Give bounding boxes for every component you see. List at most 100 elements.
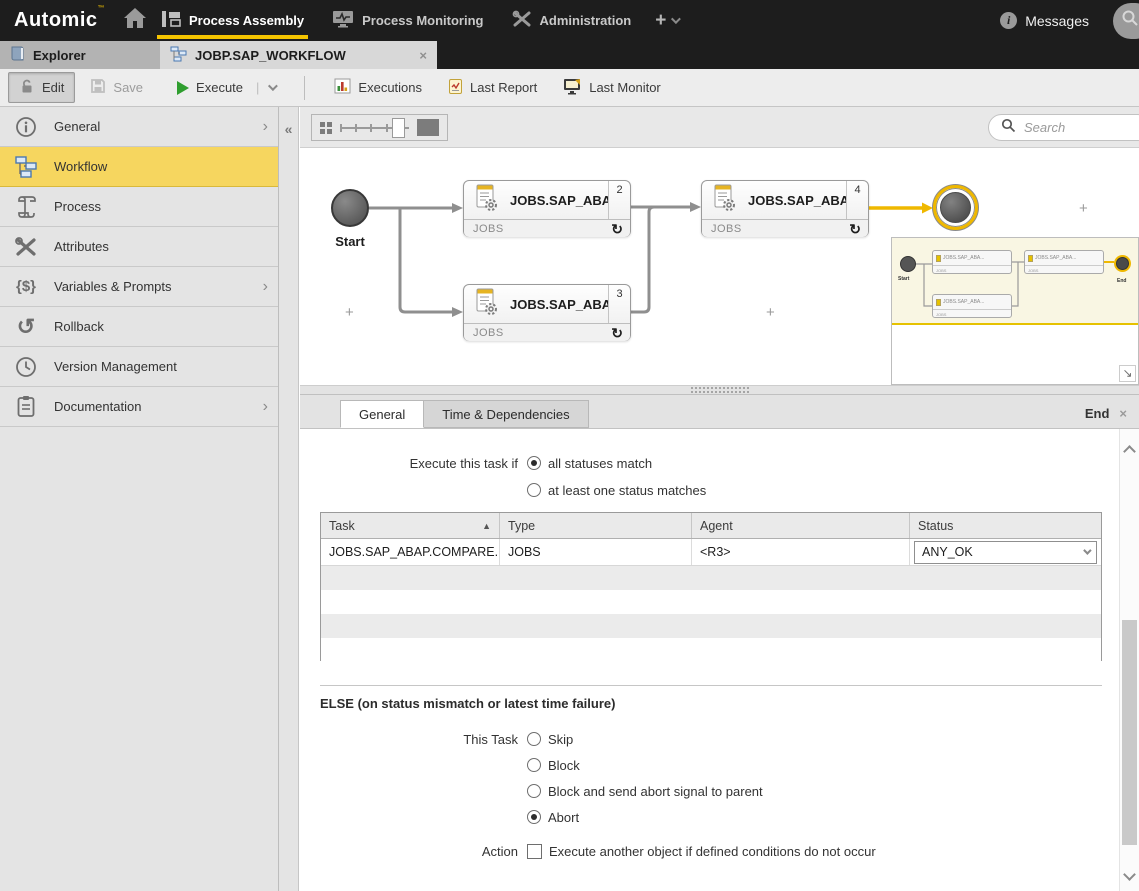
zoom-slider-handle[interactable] <box>392 118 405 138</box>
scroll-down-icon[interactable] <box>1123 868 1136 881</box>
workflow-minimap[interactable]: Start JOBS.SAP_ABA... JOBS JOBS.SAP_ABA.… <box>891 237 1139 385</box>
insert-task-plus-icon[interactable]: + <box>766 304 775 321</box>
action-label: Action <box>300 844 527 859</box>
radio-label: Block and send abort signal to parent <box>548 784 763 799</box>
rerun-icon: ↻ <box>611 326 623 340</box>
edit-button[interactable]: Edit <box>8 72 75 103</box>
minimap-task-node: JOBS.SAP_ABA... JOBS <box>932 250 1012 274</box>
executions-button[interactable]: Executions <box>323 72 433 103</box>
workflow-icon <box>12 155 40 179</box>
execute-button[interactable]: Execute | <box>166 74 286 101</box>
zoom-slider[interactable] <box>340 118 409 138</box>
chevron-right-icon: › <box>263 398 268 416</box>
sidebar-item-general[interactable]: General › <box>0 107 278 147</box>
panel-scrollbar[interactable] <box>1119 429 1139 891</box>
grid-view-icon[interactable] <box>320 122 332 134</box>
workflow-task-node-3[interactable]: JOBS.SAP_ABA... 3 JOBS ↻ <box>463 284 631 341</box>
execute-if-label: Execute this task if <box>300 456 527 471</box>
last-report-button[interactable]: Last Report <box>437 72 548 104</box>
search-input[interactable] <box>1024 120 1124 135</box>
home-button[interactable] <box>123 7 147 34</box>
dependencies-table: Task▲ Type Agent Status JOBS.SAP_ABAP.CO… <box>320 512 1102 661</box>
process-assembly-icon <box>161 10 181 31</box>
nav-administration[interactable]: Administration <box>498 0 646 41</box>
cell-status: ANY_OK <box>910 539 1101 565</box>
tab-label: Explorer <box>33 48 86 63</box>
save-button[interactable]: Save <box>79 72 154 103</box>
button-label: Last Monitor <box>589 80 661 95</box>
scroll-up-icon[interactable] <box>1123 445 1136 458</box>
last-monitor-button[interactable]: Last Monitor <box>552 72 672 104</box>
minimap-task-node: JOBS.SAP_ABA... JOBS <box>932 294 1012 318</box>
sidebar-item-attributes[interactable]: Attributes <box>0 227 278 267</box>
tab-jobp-sap-workflow[interactable]: JOBP.SAP_WORKFLOW × <box>160 41 437 69</box>
radio-label: Block <box>548 758 580 773</box>
nav-process-assembly[interactable]: Process Assembly <box>147 0 318 41</box>
radio-at-least-one-status[interactable] <box>527 483 541 497</box>
radio-abort[interactable] <box>527 810 541 824</box>
cell-task: JOBS.SAP_ABAP.COMPARE... <box>321 539 500 565</box>
tab-explorer[interactable]: Explorer <box>0 41 160 69</box>
close-icon[interactable]: × <box>419 48 427 63</box>
radio-skip[interactable] <box>527 732 541 746</box>
messages-button[interactable]: Messages <box>1025 13 1089 29</box>
sidebar-item-documentation[interactable]: Documentation › <box>0 387 278 427</box>
task-number: 4 <box>846 181 868 219</box>
radio-all-statuses-match[interactable] <box>527 456 541 470</box>
sidebar-item-label: Variables & Prompts <box>54 279 172 294</box>
button-label: Edit <box>42 80 64 95</box>
radio-block-abort-parent[interactable] <box>527 784 541 798</box>
plus-icon: + <box>655 10 666 32</box>
task-number: 3 <box>608 285 630 323</box>
button-label: Execute <box>196 80 243 95</box>
scrollbar-thumb[interactable] <box>1122 620 1137 845</box>
else-option-row: This Task Skip <box>300 731 573 747</box>
trademark-mark: ™ <box>98 5 106 12</box>
horizontal-splitter[interactable] <box>300 385 1139 395</box>
insert-task-plus-icon[interactable]: + <box>1079 200 1088 217</box>
start-node[interactable] <box>331 189 369 227</box>
table-row[interactable]: JOBS.SAP_ABAP.COMPARE... JOBS <R3> ANY_O… <box>321 539 1101 566</box>
execute-dropdown-chevron-icon[interactable] <box>268 81 278 91</box>
execute-another-object-checkbox[interactable] <box>527 844 542 859</box>
column-header-status[interactable]: Status <box>910 513 1101 538</box>
sidebar-item-workflow[interactable]: Workflow <box>0 147 278 187</box>
splitter-grip[interactable] <box>691 387 749 393</box>
column-header-task[interactable]: Task▲ <box>321 513 500 538</box>
explorer-book-icon <box>10 45 25 65</box>
tab-general[interactable]: General <box>340 400 424 428</box>
column-header-agent[interactable]: Agent <box>692 513 910 538</box>
empty-table-row <box>321 638 1101 662</box>
minimap-resize-icon[interactable]: ↘ <box>1119 365 1136 382</box>
sidebar-collapse-strip[interactable]: « <box>279 107 299 891</box>
sidebar-item-version-management[interactable]: Version Management <box>0 347 278 387</box>
column-header-type[interactable]: Type <box>500 513 692 538</box>
tab-time-dependencies[interactable]: Time & Dependencies <box>424 400 588 428</box>
canvas-search-box[interactable] <box>988 114 1139 141</box>
sidebar-item-process[interactable]: Process <box>0 187 278 227</box>
add-perspective-button[interactable]: + <box>655 10 678 32</box>
info-icon: i <box>1000 12 1017 29</box>
sort-asc-icon: ▲ <box>482 521 491 531</box>
workflow-task-node-4[interactable]: JOBS.SAP_ABA... 4 JOBS ↻ <box>701 180 869 237</box>
cell-agent: <R3> <box>692 539 910 565</box>
chevron-right-icon: › <box>263 278 268 296</box>
else-option-row: Block and send abort signal to parent <box>300 783 763 799</box>
nav-process-monitoring[interactable]: Process Monitoring <box>318 0 497 41</box>
global-search-button[interactable] <box>1113 3 1139 39</box>
sidebar-item-variables-prompts[interactable]: {$} Variables & Prompts › <box>0 267 278 307</box>
zoom-max-icon[interactable] <box>417 119 439 136</box>
tools-icon <box>12 236 40 258</box>
administration-icon <box>512 10 532 31</box>
sidebar-item-rollback[interactable]: ↺ Rollback <box>0 307 278 347</box>
status-dropdown[interactable]: ANY_OK <box>914 541 1097 564</box>
close-icon[interactable]: × <box>1119 406 1127 421</box>
end-node-selected[interactable] <box>933 185 978 230</box>
insert-task-plus-icon[interactable]: + <box>345 304 354 321</box>
workflow-task-node-2[interactable]: JOBS.SAP_ABA... 2 JOBS ↻ <box>463 180 631 237</box>
table-header: Task▲ Type Agent Status <box>321 513 1101 539</box>
sidebar-item-label: General <box>54 119 100 134</box>
panel-title-group: End × <box>1085 406 1139 428</box>
radio-block[interactable] <box>527 758 541 772</box>
workflow-canvas[interactable]: Start JOBS.SAP_ABA... 2 JOBS ↻ JOBS.SAP_ <box>300 148 1139 385</box>
